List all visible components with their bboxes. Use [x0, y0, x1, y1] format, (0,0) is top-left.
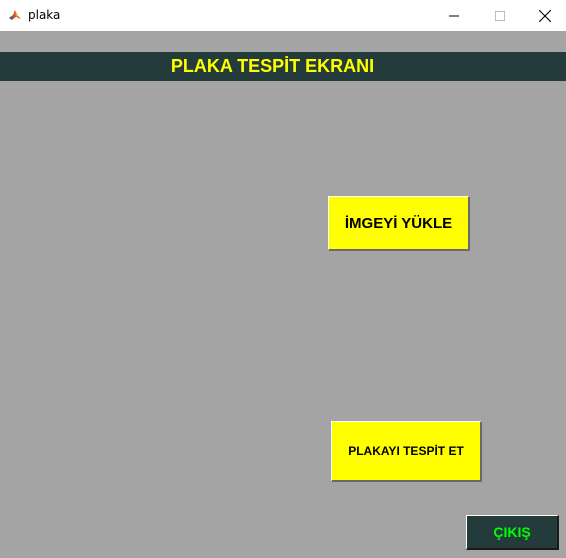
maximize-icon: [495, 10, 505, 21]
page-title: PLAKA TESPİT EKRANI: [170, 56, 375, 76]
close-button[interactable]: [522, 0, 566, 31]
close-icon: [539, 9, 551, 22]
minimize-icon: [449, 15, 459, 16]
window-title: plaka: [28, 8, 61, 22]
title-bar: plaka: [0, 0, 566, 31]
matlab-icon: [8, 8, 22, 22]
exit-button[interactable]: ÇIKIŞ: [466, 515, 559, 550]
menu-gap: [0, 31, 566, 52]
minimize-button[interactable]: [431, 0, 477, 31]
maximize-button[interactable]: [477, 0, 523, 31]
detect-plate-button[interactable]: PLAKAYI TESPİT ET: [331, 421, 482, 482]
header-banner: PLAKA TESPİT EKRANI: [0, 52, 566, 81]
load-image-button[interactable]: İMGEYİ YÜKLE: [328, 196, 470, 251]
